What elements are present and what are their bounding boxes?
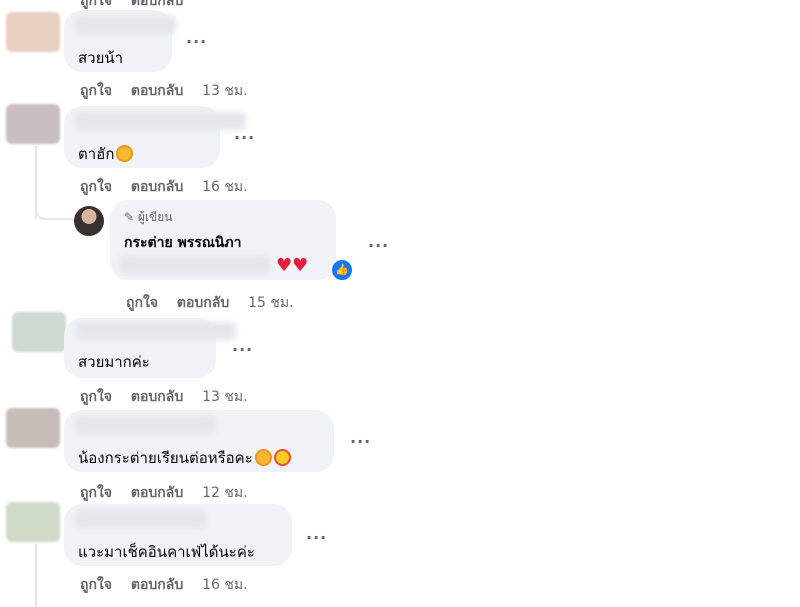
avatar[interactable] [6,12,60,52]
like-button[interactable]: ถูกใจ [80,83,112,99]
comment-text: สวยน้า [78,49,124,67]
comment-actions: ถูกใจ ตอบกลับ 12 ชม. [80,482,262,504]
comment-text: แวะมาเช็คอินคาเฟ่ได้นะค่ะ [78,543,255,561]
author-name[interactable]: กระต่าย พรรณนิภา [124,232,241,254]
more-options-icon[interactable]: ··· [350,432,371,451]
timestamp[interactable]: 15 ชม. [248,295,293,311]
like-reaction-icon[interactable]: 👍 [330,258,354,282]
heart-eyes-emoji-icon [273,449,291,466]
commenter-name[interactable] [76,510,206,528]
smiling-face-with-hearts-icon [254,449,272,466]
timestamp[interactable]: 13 ชม. [202,83,247,99]
reply-button[interactable]: ตอบกลับ [131,0,183,9]
comment-text: น้องกระต่ายเรียนต่อหรือคะ [78,446,291,470]
commenter-name[interactable] [76,322,236,340]
more-options-icon[interactable]: ··· [234,128,255,147]
heart-emoji-icon: ♥♥ [276,255,309,276]
more-options-icon[interactable]: ··· [306,528,327,547]
commenter-name[interactable] [76,16,176,34]
reply-button[interactable]: ตอบกลับ [177,295,229,311]
avatar[interactable] [6,502,60,542]
pencil-icon: ✎ [124,210,135,224]
timestamp[interactable]: 16 ชม. [202,577,247,593]
comment-actions: ถูกใจ ตอบกลับ 13 ชม. [80,80,262,102]
comment-text: ตาฮัก [78,142,134,166]
comment-actions: ถูกใจ ตอบกลับ 15 ชม. [126,292,308,314]
more-options-icon[interactable]: ··· [368,236,389,255]
timestamp[interactable]: 13 ชม. [202,389,247,405]
author-avatar[interactable] [74,206,104,236]
comment-actions: ถูกใจ ตอบกลับ 16 ชม. [80,574,262,596]
like-button[interactable]: ถูกใจ [80,179,112,195]
smiling-face-with-hearts-icon [116,145,134,162]
author-badge: ✎ ผู้เขียน [124,210,173,224]
comment-actions: ถูกใจ ตอบกลับ 13 ชม. [80,386,262,408]
avatar[interactable] [12,312,66,352]
comment-text: สวยมากค่ะ [78,353,150,371]
more-options-icon[interactable]: ··· [232,340,253,359]
commenter-name[interactable] [76,112,246,130]
reply-thread-connector [35,200,73,220]
timestamp[interactable]: 12 ชม. [202,485,247,501]
timestamp[interactable]: 16 ชม. [202,179,247,195]
reply-button[interactable]: ตอบกลับ [131,83,183,99]
avatar[interactable] [6,408,60,448]
like-button[interactable]: ถูกใจ [126,295,158,311]
reply-button[interactable]: ตอบกลับ [131,179,183,195]
reply-thread-line [35,544,37,607]
like-button[interactable]: ถูกใจ [80,577,112,593]
commenter-name[interactable] [76,416,216,434]
reply-button[interactable]: ตอบกลับ [131,577,183,593]
comment-actions: ถูกใจ ตอบกลับ 16 ชม. [80,176,262,198]
reply-button[interactable]: ตอบกลับ [131,485,183,501]
like-button[interactable]: ถูกใจ [80,0,112,9]
more-options-icon[interactable]: ··· [186,32,207,51]
like-button[interactable]: ถูกใจ [80,485,112,501]
avatar[interactable] [6,104,60,144]
reply-text-blurred [120,256,270,274]
like-button[interactable]: ถูกใจ [80,389,112,405]
reply-button[interactable]: ตอบกลับ [131,389,183,405]
